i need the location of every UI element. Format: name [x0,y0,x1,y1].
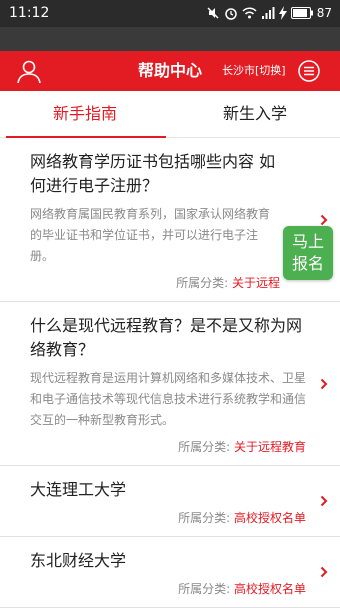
list-item[interactable]: 大连理工大学 所属分类: 高校授权名单 [0,466,340,537]
category-label: 所属分类: [178,440,231,454]
enroll-now-button[interactable]: 马上 报名 [283,226,333,280]
item-category: 所属分类: 高校授权名单 [30,581,306,597]
category-label: 所属分类: [178,582,231,596]
chevron-right-icon [320,214,328,225]
app-header: 帮助中心 长沙市[切换] [0,51,340,91]
item-category: 所属分类: 高校授权名单 [30,510,306,526]
enroll-button-line2: 报名 [291,254,324,273]
list-item[interactable]: 什么是现代远程教育？是不是又称为网络教育？ 现代远程教育是运用计算机网络和多媒体… [0,302,340,466]
category-value: 高校授权名单 [233,511,306,525]
city-switch[interactable]: 长沙市[切换] [222,51,286,91]
help-article-list: 网络教育学历证书包括哪些内容 如何进行电子注册？ 网络教育属国民教育系列，国家承… [0,138,340,608]
item-description: 网络教育属国民教育系列，国家承认网络教育的毕业证书和学位证书，并可以进行电子注册… [30,207,271,263]
tab-bar: 新手指南 新生入学 [0,91,340,138]
tab-label: 新手指南 [52,104,117,123]
tab-beginner-guide[interactable]: 新手指南 [0,91,170,138]
category-value: 关于远程 [231,276,280,290]
list-item[interactable]: 东北财经大学 所属分类: 高校授权名单 [0,537,340,608]
status-bar-shadow [0,27,340,51]
chevron-right-icon [320,378,328,389]
menu-icon[interactable] [298,60,320,82]
item-title: 东北财经大学 [30,551,127,570]
user-icon[interactable] [16,58,42,84]
status-time: 11:12 [9,5,50,21]
charging-icon [278,6,287,20]
item-title: 网络教育学历证书包括哪些内容 如何进行电子注册？ [30,152,276,195]
category-label: 所属分类: [176,276,229,290]
item-category: 所属分类: 关于远程教育 [30,439,306,455]
battery-icon [290,7,313,19]
signal-icon [261,7,275,19]
page-title: 帮助中心 [137,61,202,80]
battery-level: 87 [316,6,332,20]
item-title: 大连理工大学 [30,480,127,499]
alarm-icon [224,8,237,20]
item-title: 什么是现代远程教育？是不是又称为网络教育？ [30,316,303,359]
tab-label: 新生入学 [222,104,287,123]
status-icons: 87 [206,4,332,22]
chevron-right-icon [320,495,328,507]
status-bar: 11:12 87 [0,0,340,27]
mute-icon [207,7,219,19]
item-description: 现代远程教育是运用计算机网络和多媒体技术、卫星和电子通信技术等现代信息技术进行系… [30,371,307,427]
category-label: 所属分类: [178,511,231,525]
wifi-icon [242,7,257,19]
tab-new-student-enrollment[interactable]: 新生入学 [170,91,340,137]
enroll-button-line1: 马上 [291,232,324,251]
category-value: 关于远程教育 [233,440,306,454]
chevron-right-icon [320,566,328,578]
category-value: 高校授权名单 [233,582,306,596]
item-category: 所属分类: 关于远程 [30,275,280,291]
